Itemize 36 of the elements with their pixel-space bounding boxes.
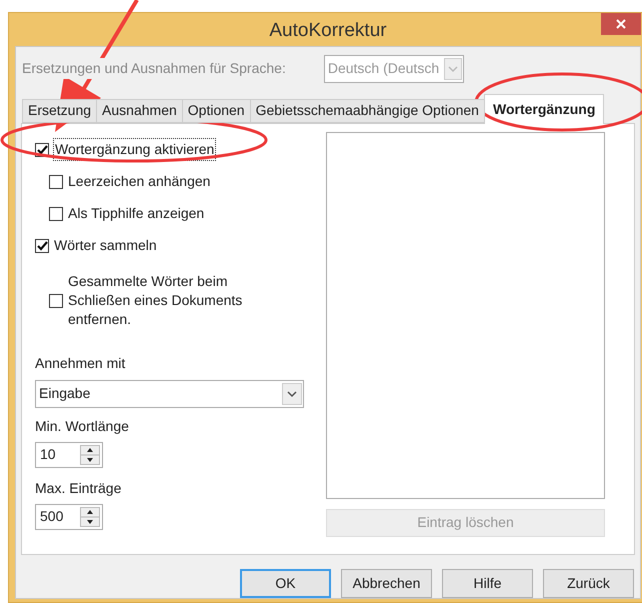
tab[interactable]: Gebietsschemaabhängige Optionen	[250, 98, 485, 122]
tab[interactable]: Ausnahmen	[96, 98, 183, 122]
language-label: Ersetzungen und Ausnahmen für Sprache:	[22, 58, 286, 79]
spin-arrows-icon	[80, 444, 100, 464]
tab[interactable]: Optionen	[182, 98, 251, 122]
min-length-label: Min. Wortlänge	[35, 416, 130, 436]
tab[interactable]: Wortergänzung	[484, 94, 604, 124]
checkbox-option[interactable]: Gesammelte Wörter beim Schließen eines Dokuments entfernen.	[35, 266, 305, 336]
dialog-button[interactable]: OK	[240, 568, 331, 598]
close-icon	[616, 19, 626, 29]
dialog-button[interactable]: Abbrechen	[341, 568, 432, 598]
close-button[interactable]	[601, 13, 641, 35]
accept-dropdown[interactable]: Eingabe	[35, 380, 304, 408]
checkbox-option[interactable]: Wortergänzung aktivieren	[35, 134, 305, 166]
checkbox[interactable]	[35, 238, 49, 252]
tab[interactable]: Ersetzung	[22, 98, 98, 122]
checkbox-option[interactable]: Leerzeichen anhängen	[35, 166, 305, 198]
window-title: AutoKorrektur	[269, 19, 387, 43]
dialog-button[interactable]: Zurück	[543, 568, 634, 598]
checkbox-option[interactable]: Als Tipphilfe anzeigen	[35, 198, 305, 230]
spin-arrows-icon	[80, 506, 100, 526]
checkbox-option[interactable]: Wörter sammeln	[35, 230, 305, 262]
language-value: Deutsch (Deutsch	[328, 59, 440, 78]
checkbox[interactable]	[49, 174, 63, 188]
checkbox[interactable]	[49, 294, 63, 308]
min-length-spinbox[interactable]: 10	[35, 442, 103, 468]
accept-label: Annehmen mit	[35, 354, 126, 372]
chevron-icon	[444, 58, 462, 80]
max-entries-spinbox[interactable]: 500	[35, 504, 103, 530]
max-entries-label: Max. Einträge	[35, 478, 122, 498]
chevron-icon	[282, 382, 302, 404]
min-length-value: 10	[40, 445, 57, 464]
max-entries-value: 500	[40, 507, 64, 526]
dialog-button[interactable]: Hilfe	[442, 568, 533, 598]
checkbox[interactable]	[49, 206, 63, 220]
accept-value: Eingabe	[39, 384, 92, 403]
